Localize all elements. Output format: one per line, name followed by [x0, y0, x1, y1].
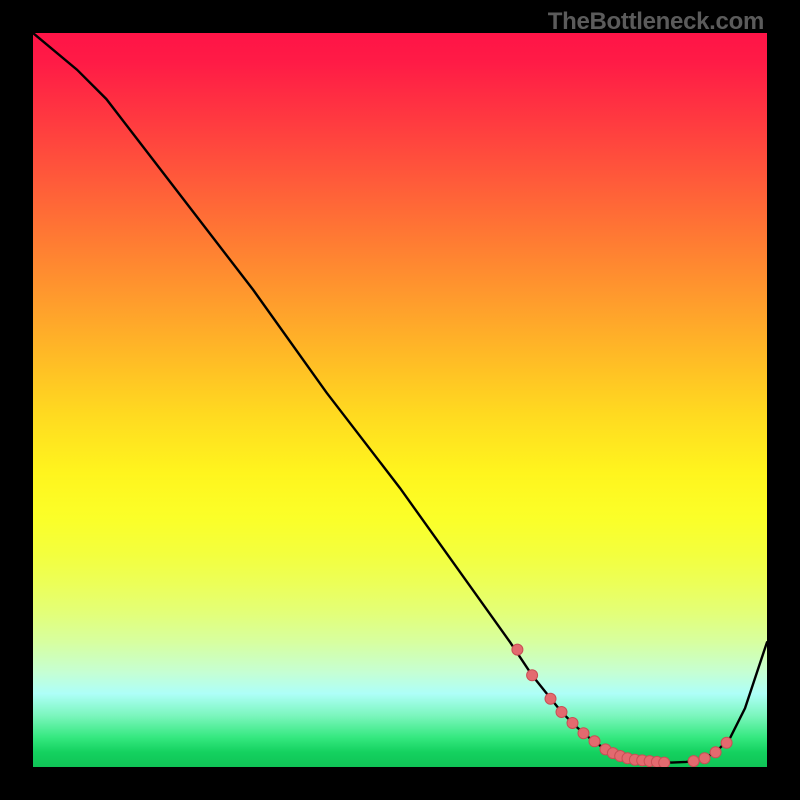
attribution-text: TheBottleneck.com — [548, 8, 764, 36]
curve-marker — [699, 753, 710, 764]
curve-marker — [688, 756, 699, 767]
curve-marker — [589, 736, 600, 747]
outer-frame: TheBottleneck.com — [0, 0, 800, 800]
curve-marker — [512, 644, 523, 655]
curve-marker — [556, 707, 567, 718]
curve-marker — [578, 728, 589, 739]
curve-marker — [659, 757, 670, 767]
curve-marker — [721, 737, 732, 748]
plot-area — [33, 33, 767, 767]
curve-marker — [545, 693, 556, 704]
curve-marker — [710, 747, 721, 758]
curve-marker — [527, 670, 538, 681]
curve-marker — [567, 718, 578, 729]
bottleneck-curve — [33, 33, 767, 767]
